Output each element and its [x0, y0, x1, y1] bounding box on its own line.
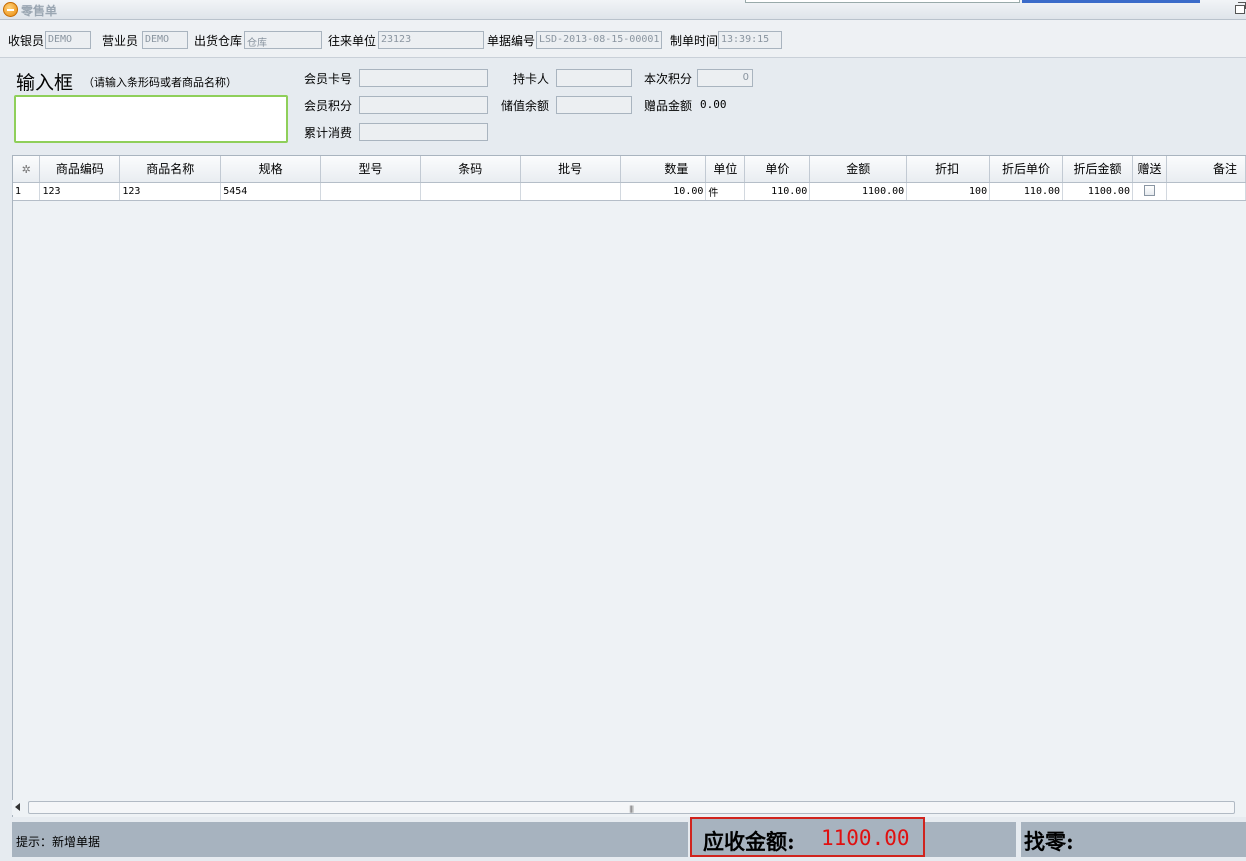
column-header[interactable]: 规格 — [220, 156, 322, 183]
holder-label: 持卡人 — [513, 72, 550, 86]
document-header: 收银员 DEMO 营业员 DEMO 出货仓库 仓库 往来单位 23123 单据编… — [0, 20, 1246, 58]
gift-amount-value: 0.00 — [700, 98, 727, 111]
table-row[interactable]: 1 123 123 5454 10.00 件 110.00 1100.00 10… — [13, 182, 1246, 201]
items-grid[interactable]: ✲ 商品编码 商品名称 规格 型号 条码 批号 数量 单位 单价 金额 折扣 折… — [12, 155, 1246, 817]
cell-disc-amount[interactable]: 1100.00 — [1062, 182, 1133, 201]
cell-code[interactable]: 123 — [39, 182, 121, 201]
column-header[interactable]: 单位 — [705, 156, 746, 183]
column-header[interactable]: 单价 — [744, 156, 811, 183]
doc-no-label: 单据编号 — [487, 34, 536, 48]
cell-batch[interactable] — [520, 182, 621, 201]
cell-amount[interactable]: 1100.00 — [809, 182, 908, 201]
items-table: ✲ 商品编码 商品名称 规格 型号 条码 批号 数量 单位 单价 金额 折扣 折… — [13, 156, 1246, 201]
column-header[interactable]: 金额 — [809, 156, 908, 183]
card-no-field[interactable] — [359, 69, 488, 87]
this-points-label: 本次积分 — [644, 72, 693, 86]
cashier-label: 收银员 — [8, 34, 45, 48]
input-box-title: 输入框 — [16, 72, 74, 94]
balance-field[interactable] — [556, 96, 632, 114]
this-points-field[interactable]: 0 — [697, 69, 753, 87]
balance-label: 储值余额 — [501, 99, 550, 113]
doc-no-field[interactable]: LSD-2013-08-15-00001 — [536, 31, 662, 49]
change-label: 找零: — [1024, 829, 1074, 854]
total-spent-label: 累计消费 — [304, 126, 353, 140]
partner-label: 往来单位 — [328, 34, 377, 48]
holder-field[interactable] — [556, 69, 632, 87]
amount-due-box: 应收金额: 1100.00 — [690, 817, 925, 857]
partner-field[interactable]: 23123 — [378, 31, 484, 49]
column-header[interactable]: 折扣 — [906, 156, 991, 183]
input-box-hint: （请输入条形码或者商品名称） — [83, 76, 237, 89]
column-header[interactable]: 商品编码 — [39, 156, 121, 183]
column-header[interactable]: 折后金额 — [1062, 156, 1133, 183]
horizontal-scrollbar[interactable]: ||| — [12, 800, 1246, 815]
column-header[interactable]: 商品名称 — [119, 156, 222, 183]
barcode-input[interactable] — [14, 95, 288, 143]
cashier-field[interactable]: DEMO — [45, 31, 91, 49]
gift-amount-label: 赠品金额 — [644, 99, 693, 113]
title-bar: 零售单 — [0, 0, 1246, 20]
scrollbar-thumb[interactable]: ||| — [28, 801, 1235, 814]
salesperson-label: 营业员 — [102, 34, 139, 48]
cell-model[interactable] — [320, 182, 421, 201]
amount-due-label: 应收金额: — [703, 829, 795, 854]
column-header[interactable]: 赠送 — [1132, 156, 1167, 183]
row-selector-header[interactable]: ✲ — [13, 156, 41, 183]
cell-unit[interactable]: 件 — [705, 182, 746, 201]
scroll-left-icon[interactable] — [15, 803, 20, 811]
table-header-row: ✲ 商品编码 商品名称 规格 型号 条码 批号 数量 单位 单价 金额 折扣 折… — [13, 156, 1246, 183]
restore-window-icon[interactable] — [1235, 2, 1246, 14]
window-title: 零售单 — [21, 4, 58, 18]
column-header[interactable]: 备注 — [1166, 156, 1246, 183]
created-time-label: 制单时间 — [670, 34, 719, 48]
toolbar-field-strip — [745, 0, 1020, 3]
created-time-field[interactable]: 13:39:15 — [718, 31, 782, 49]
cell-remark[interactable] — [1166, 182, 1246, 201]
app-logo-icon — [3, 2, 18, 17]
cell-name[interactable]: 123 — [119, 182, 222, 201]
cell-qty[interactable]: 10.00 — [620, 182, 707, 201]
change-panel: 找零: — [1021, 822, 1246, 857]
cell-unit-price[interactable]: 110.00 — [744, 182, 811, 201]
warehouse-field[interactable]: 仓库 — [244, 31, 322, 49]
points-field[interactable] — [359, 96, 488, 114]
points-label: 会员积分 — [304, 99, 353, 113]
cell-spec[interactable]: 5454 — [220, 182, 322, 201]
cell-gift[interactable] — [1132, 182, 1167, 201]
cell-barcode[interactable] — [420, 182, 521, 201]
status-hint: 提示：新增单据 — [16, 835, 101, 849]
status-bar: 提示：新增单据 — [12, 822, 688, 857]
warehouse-label: 出货仓库 — [194, 34, 243, 48]
column-header[interactable]: 折后单价 — [989, 156, 1064, 183]
column-header[interactable]: 条码 — [420, 156, 521, 183]
amount-due-value: 1100.00 — [821, 826, 910, 850]
grip-icon: ||| — [629, 805, 634, 813]
column-header[interactable]: 数量 — [620, 156, 707, 183]
column-header[interactable]: 批号 — [520, 156, 621, 183]
gift-checkbox[interactable] — [1143, 185, 1155, 197]
card-no-label: 会员卡号 — [304, 72, 353, 86]
asterisk-icon: ✲ — [21, 162, 31, 176]
salesperson-field[interactable]: DEMO — [142, 31, 188, 49]
toolbar-highlight-strip — [1022, 0, 1200, 3]
total-spent-field[interactable] — [359, 123, 488, 141]
cell-disc-unit-price[interactable]: 110.00 — [989, 182, 1064, 201]
cell-discount[interactable]: 100 — [906, 182, 991, 201]
row-number[interactable]: 1 — [13, 182, 41, 201]
column-header[interactable]: 型号 — [320, 156, 421, 183]
